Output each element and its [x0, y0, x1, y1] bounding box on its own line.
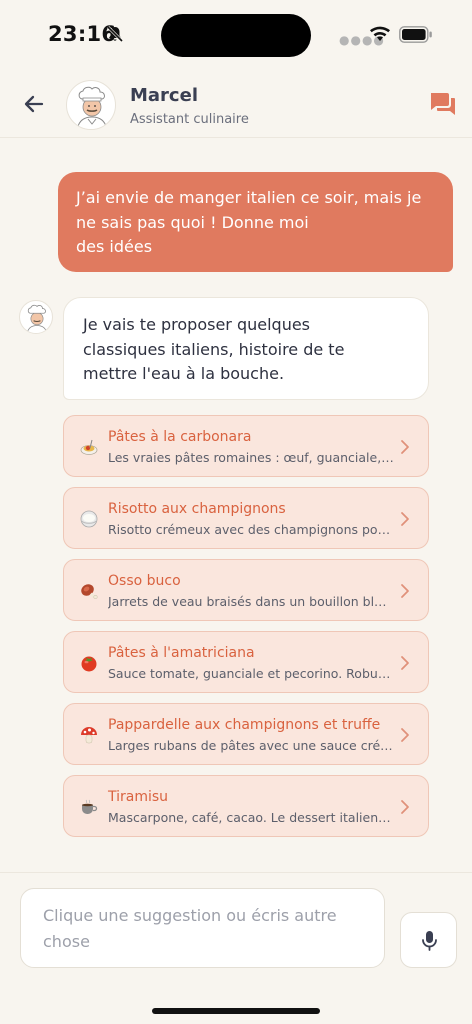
chat-bubbles-icon[interactable] [429, 91, 457, 117]
chevron-right-icon [401, 512, 409, 526]
suggestion-description: Les vraies pâtes romaines : œuf, guancia… [108, 450, 394, 465]
chevron-right-icon [401, 800, 409, 814]
suggestion-card[interactable]: Osso buco Jarrets de veau braisés dans u… [63, 559, 429, 621]
microphone-button[interactable] [400, 912, 457, 968]
input-placeholder: chose [43, 932, 90, 951]
suggestion-title: Osso buco [108, 573, 181, 589]
mushroom-icon [81, 727, 97, 744]
coffee-cup-icon [82, 799, 98, 814]
suggestion-card[interactable]: Pappardelle aux champignons et truffe La… [63, 703, 429, 765]
meat-on-bone-icon [81, 584, 98, 600]
assistant-message: Je vais te proposer quelques classiques … [63, 297, 429, 400]
user-message: J’ai envie de manger italien ce soir, ma… [58, 172, 453, 272]
assistant-avatar [19, 300, 53, 334]
wifi-icon [370, 26, 390, 41]
suggestion-title: Tiramisu [108, 789, 169, 805]
suggestion-card[interactable]: Pâtes à l'amatriciana Sauce tomate, guan… [63, 631, 429, 693]
suggestion-description: Mascarpone, café, cacao. Le dessert ital… [108, 810, 394, 825]
suggestion-description: Larges rubans de pâtes avec une sauce cr… [108, 738, 394, 753]
battery-icon [399, 26, 432, 43]
suggestion-title: Pâtes à la carbonara [108, 429, 252, 445]
input-placeholder: Clique une suggestion ou écris autre [43, 906, 337, 925]
chevron-right-icon [401, 584, 409, 598]
tomato-icon [81, 656, 97, 672]
chat-header: Marcel Assistant culinaire [0, 70, 472, 138]
assistant-message-line: Je vais te proposer quelques [83, 315, 311, 334]
home-indicator [152, 1008, 320, 1014]
rice-bowl-icon [80, 510, 98, 528]
chef-icon [26, 304, 48, 333]
suggestion-description: Sauce tomate, guanciale et pecorino. Rob… [108, 666, 394, 681]
chevron-right-icon [401, 440, 409, 454]
suggestion-card[interactable]: Pâtes à la carbonara Les vraies pâtes ro… [63, 415, 429, 477]
suggestion-card[interactable]: Tiramisu Mascarpone, café, cacao. Le des… [63, 775, 429, 837]
assistant-name: Marcel [130, 85, 198, 106]
suggestion-title: Pappardelle aux champignons et truffe [108, 717, 381, 733]
chevron-right-icon [401, 728, 409, 742]
assistant-role: Assistant culinaire [130, 112, 249, 127]
chef-icon [76, 86, 108, 129]
dynamic-island [161, 14, 311, 57]
microphone-icon [422, 931, 437, 951]
message-input[interactable]: Clique une suggestion ou écris autre cho… [20, 888, 385, 968]
user-message-line: J’ai envie de manger italien ce soir, ma… [76, 188, 422, 207]
suggestion-title: Risotto aux champignons [108, 501, 286, 517]
spaghetti-icon [80, 439, 98, 455]
suggestion-description: Jarrets de veau braisés dans un bouillon… [108, 594, 394, 609]
suggestion-title: Pâtes à l'amatriciana [108, 645, 255, 661]
status-bar: 23:16 ●●●● [0, 0, 472, 70]
avatar [66, 80, 116, 130]
suggestion-description: Risotto crémeux avec des champignons poê… [108, 522, 394, 537]
suggestion-card[interactable]: Risotto aux champignons Risotto crémeux … [63, 487, 429, 549]
bell-muted-icon [106, 25, 124, 43]
assistant-message-line: mettre l'eau à la bouche. [83, 364, 285, 383]
chevron-right-icon [401, 656, 409, 670]
user-message-line: des idées [76, 237, 153, 256]
assistant-message-line: classiques italiens, histoire de te [83, 339, 345, 359]
arrow-left-icon[interactable] [22, 92, 46, 116]
user-message-line: ne sais pas quoi ! Donne moi [76, 212, 309, 232]
